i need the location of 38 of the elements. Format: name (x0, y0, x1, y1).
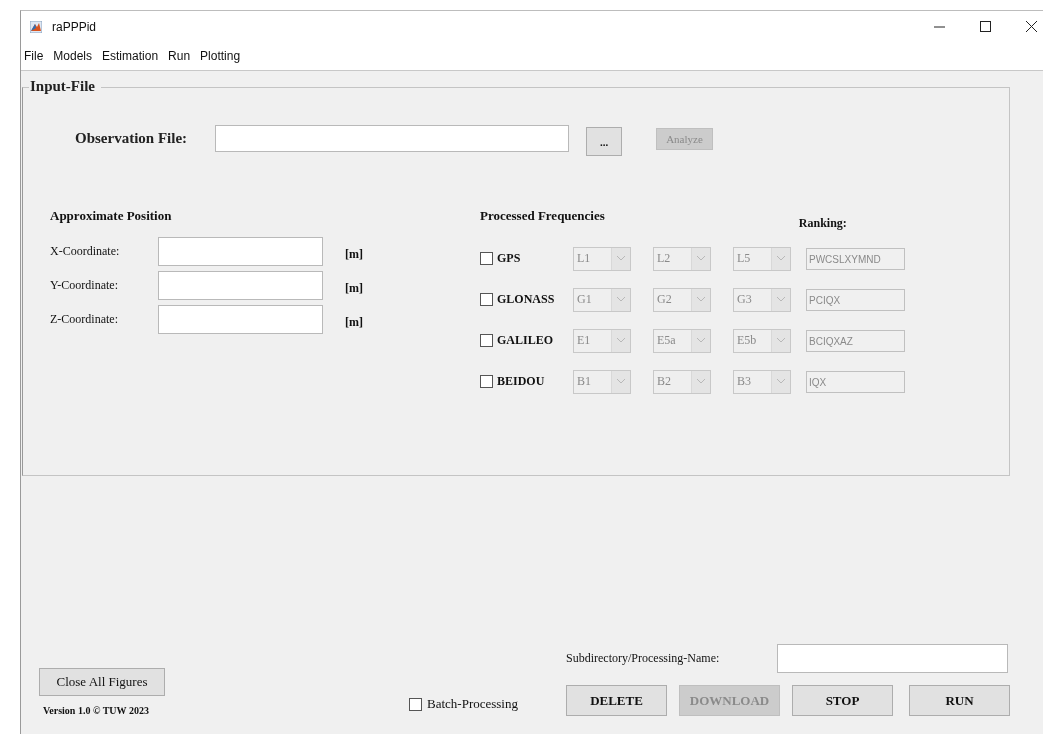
field-label: X-Coordinate: (50, 243, 121, 259)
close-all-figures-button[interactable]: Close All Figures (39, 668, 165, 696)
field-label: Observation File: (75, 130, 189, 147)
panel-title: Input-File (29, 78, 101, 95)
maximize-icon[interactable] (980, 21, 991, 32)
menu-item[interactable]: Run (168, 49, 191, 63)
window-title: raPPPid (52, 19, 97, 34)
observation-file-field[interactable] (215, 125, 569, 152)
app-icon (30, 20, 42, 33)
coordinate-field[interactable] (158, 270, 323, 300)
field-label: Z-Coordinate: (50, 311, 119, 327)
action-button[interactable]: DELETE (566, 685, 667, 716)
action-button[interactable]: STOP (792, 685, 893, 716)
version-text: Version 1.0 © TUW 2023 (43, 705, 150, 716)
section-title: Processed Frequencies (480, 208, 605, 224)
unit-label: [m] (345, 280, 363, 296)
menu-item[interactable]: Plotting (200, 49, 241, 63)
coordinate-field[interactable] (158, 236, 323, 266)
unit-label: [m] (345, 314, 363, 330)
checkbox[interactable] (409, 697, 422, 711)
menu-item[interactable]: Models (53, 49, 93, 63)
checkbox-label: BEIDOU (497, 374, 545, 389)
processing-name-field[interactable] (777, 644, 1008, 673)
checkbox-label: GALILEO (497, 333, 553, 348)
checkbox-label: GLONASS (497, 292, 555, 307)
checkbox-label: Batch-Processing (427, 696, 518, 712)
menu-item[interactable]: File (24, 49, 44, 63)
field-label: Y-Coordinate: (50, 277, 119, 293)
section-title: Approximate Position (50, 208, 173, 224)
field-label: Subdirectory/Processing-Name: (566, 651, 721, 666)
action-button[interactable]: RUN (909, 685, 1010, 716)
unit-label: [m] (345, 246, 363, 262)
close-icon[interactable] (1026, 21, 1037, 32)
column-label: Ranking: (798, 216, 847, 231)
menu-item[interactable]: Estimation (102, 49, 159, 63)
checkbox-label: GPS (497, 251, 521, 266)
coordinate-field[interactable] (158, 304, 323, 334)
browse-button[interactable]: ... (586, 127, 622, 156)
